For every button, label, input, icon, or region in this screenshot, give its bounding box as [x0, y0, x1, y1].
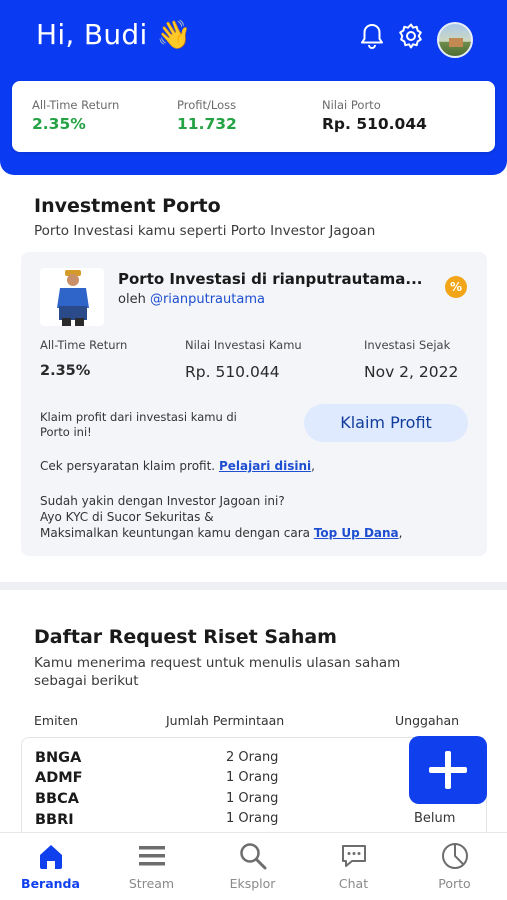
greeting: Hi, Budi 👋 [36, 18, 192, 51]
porto-owner: oleh @rianputrautama [118, 292, 265, 307]
nav-chat[interactable]: Chat [303, 833, 404, 900]
col-unggahan: Unggahan [395, 713, 460, 728]
riset-title: Daftar Request Riset Saham [34, 626, 337, 648]
nav-stream[interactable]: Stream [101, 833, 202, 900]
stream-icon [139, 846, 165, 866]
kyc-line-3: Maksimalkan keuntungan kamu dengan cara … [40, 526, 403, 540]
kyc-line-3-text: Maksimalkan keuntungan kamu dengan cara [40, 526, 310, 540]
card-return-label: All-Time Return [40, 338, 128, 352]
bottom-nav: Beranda Stream Eksplor Chat Porto [0, 832, 507, 900]
nav-label: Porto [438, 876, 471, 891]
search-icon [240, 843, 267, 870]
summary-card: All-Time Return 2.35% Profit/Loss 11.732… [12, 81, 495, 152]
header-bar: Hi, Budi 👋 All-Time Return 2.35% Profit/… [0, 0, 507, 175]
porto-label: Nilai Porto [322, 98, 381, 112]
nav-beranda[interactable]: Beranda [0, 833, 101, 900]
nilai-value: Rp. 510.044 [185, 363, 280, 381]
nav-label: Stream [128, 876, 175, 891]
return-label: All-Time Return [32, 98, 120, 112]
profit-value: 11.732 [177, 115, 237, 133]
row-code[interactable]: BBRI [35, 812, 74, 828]
topup-link[interactable]: Top Up Dana [314, 526, 399, 540]
porto-card[interactable]: Porto Investasi di rianputrautama... ole… [21, 252, 487, 556]
riset-subtitle: Kamu menerima request untuk menulis ulas… [34, 654, 400, 690]
sejak-value: Nov 2, 2022 [364, 363, 459, 381]
nilai-label: Nilai Investasi Kamu [185, 338, 302, 352]
bell-icon[interactable] [358, 22, 386, 50]
row-code[interactable]: BBCA [35, 791, 79, 807]
kyc-line-2: Ayo KYC di Sucor Sekuritas & [40, 510, 214, 524]
col-jumlah: Jumlah Permintaan [166, 713, 285, 728]
row-status: Belum [414, 811, 456, 826]
col-emiten: Emiten [34, 713, 79, 728]
add-fab-button[interactable] [409, 736, 487, 804]
row-code[interactable]: BNGA [35, 750, 81, 766]
investor-photo [40, 268, 104, 326]
investment-title: Investment Porto [34, 195, 221, 217]
section-divider [0, 582, 507, 590]
chat-icon [342, 845, 366, 867]
row-count: 1 Orang [226, 770, 279, 785]
pie-chart-icon [442, 843, 468, 869]
card-return-value: 2.35% [40, 363, 91, 379]
nav-eksplor[interactable]: Eksplor [202, 833, 303, 900]
investment-subtitle: Porto Investasi kamu seperti Porto Inves… [34, 223, 376, 239]
nav-label: Eksplor [229, 876, 276, 891]
gear-icon[interactable] [397, 22, 425, 50]
percent-badge-icon: % [445, 276, 467, 298]
greeting-text: Hi, Budi [36, 18, 148, 51]
row-count: 2 Orang [226, 750, 279, 765]
nav-label: Chat [338, 876, 369, 891]
profit-label: Profit/Loss [177, 98, 237, 112]
row-code[interactable]: ADMF [35, 770, 83, 786]
nav-label: Beranda [21, 876, 80, 891]
sejak-label: Investasi Sejak [364, 338, 451, 352]
return-value: 2.35% [32, 115, 86, 133]
kyc-message: Sudah yakin dengan Investor Jagoan ini? … [40, 493, 402, 541]
avatar[interactable] [437, 22, 473, 58]
porto-value: Rp. 510.044 [322, 115, 427, 133]
riset-subtitle-1: Kamu menerima request untuk menulis ulas… [34, 655, 401, 671]
klaim-description: Klaim profit dari investasi kamu di Port… [40, 410, 237, 439]
nav-porto[interactable]: Porto [404, 833, 505, 900]
owner-prefix: oleh [118, 292, 146, 307]
riset-subtitle-2: sebagai berikut [34, 673, 139, 689]
owner-handle[interactable]: @rianputrautama [150, 292, 265, 307]
row-count: 1 Orang [226, 791, 279, 806]
row-count: 1 Orang [226, 811, 279, 826]
cek-text: Cek persyaratan klaim profit. [40, 459, 216, 473]
home-icon [40, 845, 62, 869]
wave-emoji: 👋 [156, 18, 192, 51]
klaim-profit-button[interactable]: Klaim Profit [304, 404, 468, 442]
kyc-line-1: Sudah yakin dengan Investor Jagoan ini? [40, 494, 285, 508]
pelajari-link[interactable]: Pelajari disini [219, 459, 311, 473]
porto-name[interactable]: Porto Investasi di rianputrautama... [118, 270, 448, 288]
cek-syarat: Cek persyaratan klaim profit. Pelajari d… [40, 459, 315, 473]
